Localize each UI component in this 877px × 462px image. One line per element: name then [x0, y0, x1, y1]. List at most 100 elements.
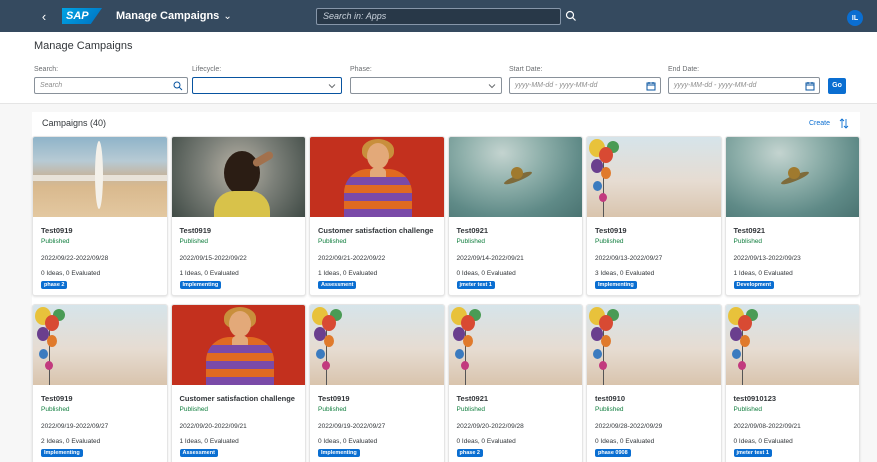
string-graphic	[603, 325, 604, 385]
search-input[interactable]: Search	[34, 77, 188, 94]
filter-bar: Manage Campaigns Search: Search Lifecycl…	[0, 32, 877, 104]
balloon-graphic	[45, 361, 53, 370]
phase-badge: Implementing	[179, 281, 222, 289]
face-graphic	[367, 143, 389, 169]
campaign-status: Published	[595, 238, 624, 245]
campaign-ideas: 0 Ideas, 0 Evaluated	[456, 438, 516, 445]
campaign-image[interactable]	[310, 137, 444, 217]
campaign-image[interactable]	[725, 305, 859, 385]
campaign-card[interactable]: Test0921 Published 2022/09/14-2022/09/21 0 …	[447, 136, 583, 296]
search-placeholder: Search	[40, 82, 63, 89]
chevron-down-icon[interactable]	[327, 81, 337, 91]
campaign-card[interactable]: Test0919 Published 2022/09/19-2022/09/27 2 …	[32, 304, 168, 462]
campaign-card[interactable]: Test0919 Published 2022/09/15-2022/09/22 1 …	[170, 136, 306, 296]
phase-badge: Development	[733, 281, 775, 289]
campaign-card[interactable]: test0910 Published 2022/09/28-2022/09/29 0 …	[586, 304, 722, 462]
calendar-icon[interactable]	[805, 81, 815, 91]
campaign-card[interactable]: Customer satisfaction challenge Published…	[170, 304, 306, 462]
back-button[interactable]: ‹	[34, 6, 54, 26]
phase-badge: jmeter test 1	[456, 281, 495, 289]
campaign-image[interactable]	[725, 137, 859, 217]
campaign-ideas: 0 Ideas, 0 Evaluated	[456, 270, 516, 277]
campaign-card[interactable]: Test0919 Published 2022/09/19-2022/09/27 0 …	[309, 304, 445, 462]
campaign-card[interactable]: Test0921 Published 2022/09/13-2022/09/23 1 …	[724, 136, 860, 296]
campaign-ideas: 1 Ideas, 0 Evaluated	[318, 270, 378, 277]
campaign-dates: 2022/09/19-2022/09/27	[318, 423, 386, 430]
shell-search-input[interactable]: Search in: Apps	[316, 8, 561, 25]
campaign-status: Published	[41, 238, 70, 245]
avatar[interactable]: IL	[847, 10, 863, 26]
campaign-card[interactable]: test0910123 Published 2022/09/08-2022/09/2…	[724, 304, 860, 462]
phase-select[interactable]	[350, 77, 502, 94]
string-graphic	[741, 325, 743, 385]
campaign-ideas: 0 Ideas, 0 Evaluated	[41, 270, 101, 277]
campaign-dates: 2022/09/13-2022/09/23	[733, 255, 801, 262]
campaign-card[interactable]: Test0919 Published 2022/09/22-2022/09/28 0 …	[32, 136, 168, 296]
campaign-status: Published	[733, 406, 763, 413]
phase-label: Phase:	[350, 66, 372, 73]
campaign-dates: 2022/09/19-2022/09/27	[41, 423, 109, 430]
search-label: Search:	[34, 66, 59, 73]
surfboard-graphic	[95, 141, 103, 209]
campaign-status: Published	[456, 238, 486, 245]
calendar-icon[interactable]	[646, 81, 656, 91]
balloon-graphic	[739, 335, 750, 347]
balloon-graphic	[601, 167, 611, 179]
campaign-card[interactable]: Test0921 Published 2022/09/20-2022/09/28 0 …	[447, 304, 583, 462]
campaign-status: Published	[41, 406, 70, 413]
campaign-dates: 2022/09/21-2022/09/22	[318, 255, 386, 262]
campaign-dates: 2022/09/13-2022/09/27	[595, 255, 663, 262]
campaign-image[interactable]	[33, 137, 167, 217]
sap-logo[interactable]: SAP	[62, 8, 102, 24]
campaign-image[interactable]	[171, 305, 305, 385]
campaign-title: Customer satisfaction challenge	[179, 394, 295, 403]
arm-graphic	[250, 150, 275, 168]
create-button[interactable]: Create	[809, 120, 830, 127]
search-icon[interactable]	[173, 81, 183, 91]
shirt-graphic	[213, 191, 270, 217]
campaign-title: Test0919	[595, 226, 627, 235]
tree-graphic	[510, 167, 523, 179]
campaign-card[interactable]: Test0919 Published 2022/09/13-2022/09/27 3 …	[586, 136, 722, 296]
campaign-image[interactable]	[171, 137, 305, 217]
campaign-dates: 2022/09/20-2022/09/28	[456, 423, 524, 430]
start-date-input[interactable]: yyyy-MM-dd - yyyy-MM-dd	[509, 77, 661, 94]
campaign-card[interactable]: Customer satisfaction challenge Published…	[309, 136, 445, 296]
chevron-down-icon[interactable]	[487, 81, 497, 91]
campaign-ideas: 1 Ideas, 0 Evaluated	[733, 270, 793, 277]
balloon-graphic	[601, 335, 611, 347]
campaign-title: Test0919	[41, 226, 73, 235]
sort-icon[interactable]	[839, 118, 849, 129]
campaign-ideas: 0 Ideas, 0 Evaluated	[318, 438, 378, 445]
balloon-graphic	[462, 335, 473, 347]
campaign-dates: 2022/09/14-2022/09/21	[456, 255, 524, 262]
campaign-ideas: 3 Ideas, 0 Evaluated	[595, 270, 655, 277]
string-graphic	[49, 325, 50, 385]
campaign-dates: 2022/09/20-2022/09/21	[179, 423, 247, 430]
campaign-image[interactable]	[587, 305, 721, 385]
phase-badge: Implementing	[595, 281, 637, 289]
search-icon[interactable]	[565, 10, 577, 22]
phase-badge: phase 0908	[595, 449, 631, 457]
end-date-label: End Date:	[668, 66, 700, 73]
app-title: Manage Campaigns	[116, 10, 220, 22]
end-date-input[interactable]: yyyy-MM-dd - yyyy-MM-dd	[668, 77, 820, 94]
app-title-menu[interactable]: Manage Campaigns ⌄	[116, 10, 232, 22]
tree-graphic	[787, 167, 800, 179]
campaign-image[interactable]	[448, 137, 582, 217]
balloon-graphic	[324, 335, 334, 347]
balloon-graphic	[599, 193, 607, 202]
campaign-title: test0910	[595, 394, 626, 403]
phase-badge: Assessment	[318, 281, 357, 289]
start-date-placeholder: yyyy-MM-dd - yyyy-MM-dd	[515, 82, 598, 89]
back-icon: ‹	[41, 8, 47, 24]
campaign-ideas: 1 Ideas, 0 Evaluated	[179, 270, 239, 277]
campaign-image[interactable]	[310, 305, 444, 385]
lifecycle-select[interactable]	[192, 77, 342, 94]
campaign-image[interactable]	[448, 305, 582, 385]
go-button[interactable]: Go	[828, 78, 846, 94]
campaign-image[interactable]	[33, 305, 167, 385]
campaign-image[interactable]	[587, 137, 721, 217]
campaign-title: Test0921	[456, 394, 489, 403]
campaign-ideas: 1 Ideas, 0 Evaluated	[179, 438, 239, 445]
